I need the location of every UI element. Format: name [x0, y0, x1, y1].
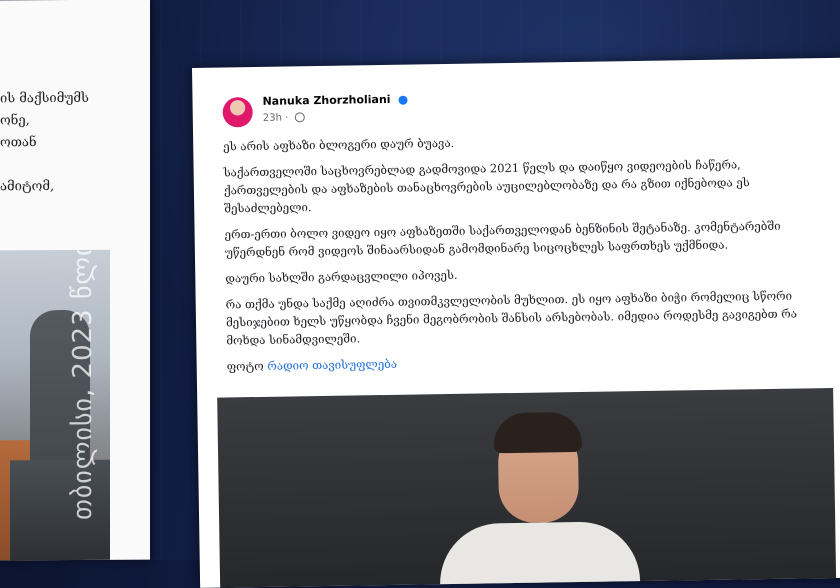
- post-paragraph: საქართველოში საცხოვრებლად გადმოვიდა 2021…: [223, 157, 750, 216]
- globe-icon: [294, 112, 305, 123]
- facebook-post-card: Nanuka Zhorzholiani 23h · ეს არის აფხაზი…: [192, 57, 840, 588]
- photo-credit: ფოტო რადიო თავისუფლება: [227, 348, 827, 375]
- post-body: ეს არის აფხაზი ბლოგერი დაურ ბუავა. საქარ…: [223, 128, 827, 375]
- post-header: Nanuka Zhorzholiani 23h ·: [222, 93, 408, 134]
- author-name-text[interactable]: Nanuka Zhorzholiani: [262, 93, 390, 108]
- author-name[interactable]: Nanuka Zhorzholiani: [262, 93, 408, 108]
- left-post-line: [0, 154, 150, 177]
- left-post-text: ის მაქსიმუმს ონე, ოთან ამიტომ,: [0, 88, 150, 199]
- post-paragraph: ერთ-ერთი ბოლო ვიდეო იყო აფხაზეთში საქართ…: [224, 218, 781, 260]
- photo-watermark: თბილისი, 2023 წლის მაი: [68, 249, 98, 521]
- verified-badge-icon: [398, 95, 408, 105]
- post-photo[interactable]: [217, 387, 837, 588]
- person-shirt: [439, 521, 641, 588]
- left-post-line: ონე,: [0, 113, 30, 129]
- post-paragraph: დაური სახლში გარდაცვლილი იპოვეს.: [225, 267, 458, 286]
- post-time[interactable]: 23h: [263, 113, 282, 124]
- post-meta: 23h ·: [263, 112, 305, 124]
- photo-credit-prefix: ფოტო: [226, 358, 264, 374]
- left-post-photo: თბილისი, 2023 წლის მაი: [0, 249, 110, 561]
- left-post-card: ის მაქსიმუმს ონე, ოთან ამიტომ, თბილისი, …: [0, 0, 150, 561]
- left-post-line: ის მაქსიმუმს: [0, 90, 89, 107]
- person-hair: [493, 411, 583, 454]
- left-post-line: ამიტომ,: [0, 179, 55, 195]
- left-post-line: ოთან: [0, 135, 37, 151]
- post-paragraph: რა თქმა უნდა საქმე აღიძრა თვითმკვლელობის…: [225, 288, 798, 348]
- photo-credit-link[interactable]: რადიო თავისუფლება: [267, 357, 397, 373]
- avatar[interactable]: [222, 97, 253, 128]
- post-paragraph: ეს არის აფხაზი ბლოგერი დაურ ბუავა.: [223, 135, 455, 154]
